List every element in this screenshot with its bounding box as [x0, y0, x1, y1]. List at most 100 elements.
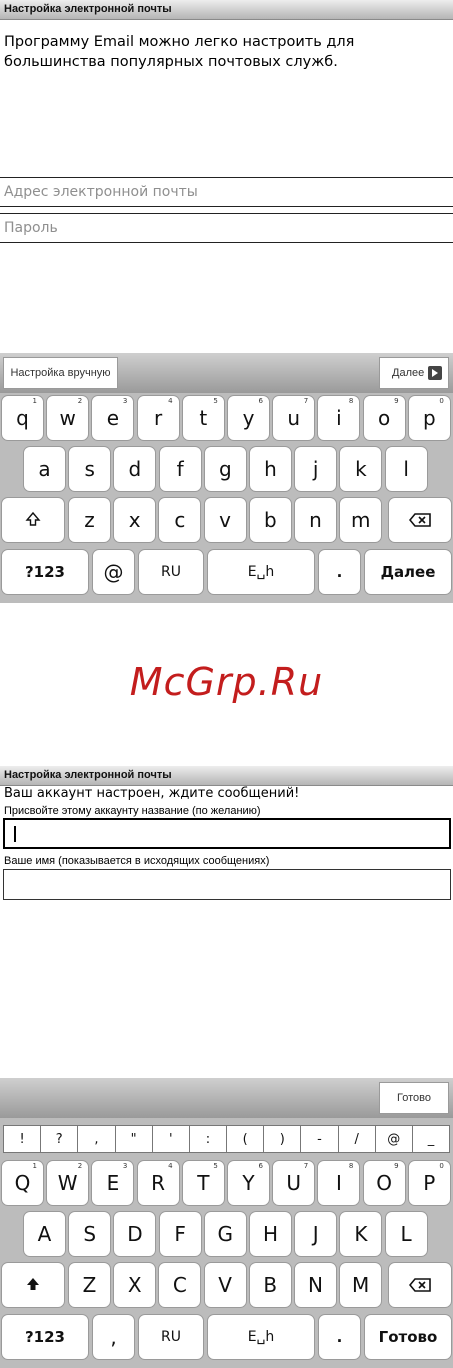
key-e[interactable]: E3 [91, 1160, 135, 1206]
key-i[interactable]: i8 [317, 395, 361, 441]
done-button[interactable]: Готово [379, 1082, 449, 1114]
key-a[interactable]: a [23, 446, 66, 492]
key-b[interactable]: b [248, 497, 292, 543]
key-p[interactable]: p0 [407, 395, 451, 441]
shift-key[interactable] [1, 497, 65, 543]
key-h[interactable]: h [249, 446, 292, 492]
language-key[interactable]: RU [138, 549, 204, 595]
key-h[interactable]: H [249, 1211, 292, 1257]
your-name-field[interactable] [4, 870, 450, 899]
key-m[interactable]: M [339, 1262, 383, 1308]
key-q[interactable]: q1 [1, 395, 44, 441]
key-c-label: C [172, 1273, 187, 1297]
email-field[interactable] [0, 178, 453, 206]
shift-key[interactable] [1, 1262, 65, 1308]
symbol-key-1[interactable]: ? [41, 1126, 79, 1152]
key-u[interactable]: U7 [272, 1160, 316, 1206]
symbols-key[interactable]: ?123 [1, 1314, 89, 1360]
password-field[interactable] [0, 214, 453, 242]
key-f[interactable]: F [158, 1211, 202, 1257]
symbol-key-9[interactable]: / [339, 1126, 376, 1152]
key-y[interactable]: Y6 [227, 1160, 270, 1206]
key-m[interactable]: m [339, 497, 383, 543]
key-f[interactable]: f [158, 446, 202, 492]
space-key[interactable]: E␣h [207, 1314, 315, 1360]
space-key[interactable]: E␣h [207, 549, 315, 595]
symbols-key[interactable]: ?123 [1, 549, 89, 595]
key-w-hint: 2 [77, 397, 83, 405]
key-a[interactable]: A [23, 1211, 66, 1257]
email-field-container [0, 177, 453, 207]
enter-key[interactable]: Далее [364, 549, 452, 595]
manual-setup-button[interactable]: Настройка вручную [3, 357, 118, 389]
symbol-key-7[interactable]: ) [264, 1126, 302, 1152]
key-e[interactable]: e3 [91, 395, 135, 441]
symbol-key-4[interactable]: ' [153, 1126, 190, 1152]
key-z-label: z [84, 508, 95, 532]
key-t[interactable]: T5 [181, 1160, 225, 1206]
key-q-hint: 1 [32, 1162, 37, 1170]
key-o[interactable]: o9 [362, 395, 406, 441]
key-n[interactable]: N [294, 1262, 337, 1308]
key-v[interactable]: V [203, 1262, 247, 1308]
key-l-label: L [400, 1222, 412, 1246]
key-t[interactable]: t5 [181, 395, 225, 441]
key-p[interactable]: P0 [407, 1160, 451, 1206]
symbol-key-6[interactable]: ( [227, 1126, 265, 1152]
key-o[interactable]: O9 [362, 1160, 406, 1206]
key-s[interactable]: S [68, 1211, 112, 1257]
key-z[interactable]: z [68, 497, 111, 543]
key-j[interactable]: j [294, 446, 338, 492]
your-name-field-container [3, 869, 451, 900]
period-key-label: . [336, 1328, 343, 1346]
account-name-field[interactable] [5, 820, 449, 847]
key-n[interactable]: n [294, 497, 337, 543]
language-key[interactable]: RU [138, 1314, 204, 1360]
key-q[interactable]: Q1 [1, 1160, 44, 1206]
key-g[interactable]: G [203, 1211, 247, 1257]
symbol-key-0[interactable]: ! [4, 1126, 42, 1152]
symbol-key-3[interactable]: " [116, 1126, 153, 1152]
key-q-hint: 1 [32, 397, 37, 405]
key-x[interactable]: X [113, 1262, 157, 1308]
key-c-label: c [174, 508, 186, 532]
key-k[interactable]: k [339, 446, 383, 492]
key-m-label: m [350, 508, 371, 532]
key-i[interactable]: I8 [317, 1160, 361, 1206]
key-i-label: i [336, 406, 342, 430]
key-s[interactable]: s [68, 446, 112, 492]
key-b[interactable]: B [248, 1262, 292, 1308]
period-key[interactable]: . [318, 549, 361, 595]
key-l[interactable]: l [384, 446, 428, 492]
key-j[interactable]: J [294, 1211, 338, 1257]
key-d[interactable]: d [113, 446, 157, 492]
period-key[interactable]: . [318, 1314, 361, 1360]
next-button[interactable]: Далее [379, 357, 449, 389]
backspace-key[interactable] [388, 497, 452, 543]
symbol-key-5[interactable]: : [190, 1126, 228, 1152]
key-c[interactable]: c [158, 497, 202, 543]
at-key[interactable]: @ [92, 549, 135, 595]
symbol-key-10[interactable]: @ [376, 1126, 413, 1152]
backspace-key[interactable] [388, 1262, 452, 1308]
key-r[interactable]: r4 [136, 395, 180, 441]
key-x[interactable]: x [113, 497, 157, 543]
key-u[interactable]: u7 [272, 395, 316, 441]
symbol-key-2[interactable]: , [78, 1126, 116, 1152]
key-d[interactable]: D [113, 1211, 157, 1257]
key-y[interactable]: y6 [227, 395, 270, 441]
key-v[interactable]: v [203, 497, 247, 543]
symbol-key-11[interactable]: _ [413, 1126, 449, 1152]
comma-key[interactable]: , [92, 1314, 135, 1360]
symbol-key-8[interactable]: - [301, 1126, 339, 1152]
key-g[interactable]: g [203, 446, 247, 492]
key-w[interactable]: W2 [46, 1160, 90, 1206]
key-l[interactable]: L [384, 1211, 428, 1257]
key-c[interactable]: C [158, 1262, 202, 1308]
key-k[interactable]: K [339, 1211, 383, 1257]
key-z[interactable]: Z [68, 1262, 111, 1308]
key-b-label: b [263, 508, 277, 532]
enter-key[interactable]: Готово [364, 1314, 452, 1360]
key-r[interactable]: R4 [136, 1160, 180, 1206]
key-w[interactable]: w2 [46, 395, 90, 441]
